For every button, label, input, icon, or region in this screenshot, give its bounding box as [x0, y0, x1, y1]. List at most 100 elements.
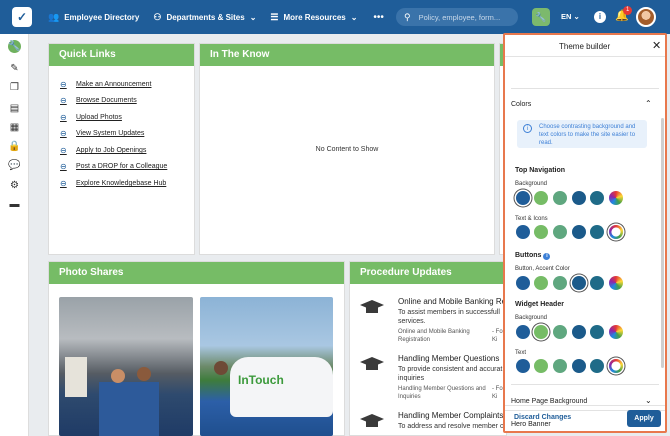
color-swatch[interactable]	[590, 276, 604, 290]
admin-key-button[interactable]: 🔧	[532, 8, 550, 26]
theme-builder-title: Theme builder	[559, 42, 611, 51]
car-shape	[230, 357, 333, 417]
color-swatch[interactable]	[516, 225, 530, 239]
person-shape	[111, 369, 125, 383]
custom-color-picker[interactable]	[609, 359, 623, 373]
nav-departments-sites[interactable]: ⚇ Departments & Sites ⌄	[153, 12, 256, 23]
custom-color-picker[interactable]	[609, 191, 623, 205]
color-swatch[interactable]	[572, 359, 586, 373]
search-input[interactable]	[418, 12, 509, 22]
theme-builder-body: Colors ⌃ i Choose contrasting background…	[505, 58, 665, 410]
color-swatch[interactable]	[590, 359, 604, 373]
quick-link[interactable]: ⊖ Make an Announcement	[60, 80, 152, 89]
info-icon[interactable]: i	[594, 11, 606, 23]
procedure-title: Handling Member Questions	[398, 354, 500, 363]
pencil-icon[interactable]: ✎	[8, 62, 21, 75]
color-swatch[interactable]	[590, 225, 604, 239]
sitemap-icon: ⚇	[153, 11, 162, 22]
color-swatch[interactable]	[553, 325, 567, 339]
nav-more-resources[interactable]: ☰ More Resources ⌄	[270, 12, 357, 23]
apply-button[interactable]: Apply	[627, 410, 661, 427]
form-icon[interactable]: ▬	[8, 198, 21, 211]
theme-builder-panel: Theme builder ✕ Colors ⌃ i Choose contra…	[503, 33, 667, 433]
color-swatch[interactable]	[553, 359, 567, 373]
color-swatch[interactable]	[534, 191, 548, 205]
person-shape	[214, 361, 228, 375]
color-swatch[interactable]	[534, 325, 548, 339]
text-label: Text	[515, 350, 527, 356]
quick-link[interactable]: ⊖ Post a DROP for a Colleague	[60, 162, 167, 171]
quick-link-label: Upload Photos	[76, 114, 122, 121]
quick-link[interactable]: ⊖ Upload Photos	[60, 113, 122, 122]
search-icon: ⚲	[404, 11, 411, 22]
color-swatch[interactable]	[572, 276, 586, 290]
event-photo-booth[interactable]	[59, 297, 193, 436]
more-options-icon[interactable]: •••	[373, 12, 384, 23]
people-icon: 👥	[48, 11, 60, 22]
wrench-icon: 🔧	[535, 11, 547, 22]
search-bar[interactable]: ⚲	[396, 8, 518, 26]
wrench-icon[interactable]: 🔧	[8, 40, 21, 53]
color-swatch[interactable]	[590, 191, 604, 205]
scrollbar[interactable]	[661, 118, 664, 368]
color-swatch[interactable]	[572, 225, 586, 239]
color-swatch[interactable]	[534, 276, 548, 290]
quick-link-label: Apply to Job Openings	[76, 147, 147, 154]
lock-icon[interactable]: 🔒	[8, 140, 21, 153]
procedure-meta-right: - Fo Ki	[492, 386, 503, 400]
custom-color-picker[interactable]	[609, 325, 623, 339]
color-swatch[interactable]	[516, 325, 530, 339]
color-swatch[interactable]	[590, 325, 604, 339]
quick-link[interactable]: ⊖ View System Updates	[60, 129, 144, 138]
theme-builder-header: Theme builder ✕	[505, 35, 665, 57]
color-swatch[interactable]	[516, 276, 530, 290]
nav-employee-directory[interactable]: 👥 Employee Directory	[48, 12, 139, 23]
chevron-down-icon: ⌄	[249, 12, 257, 22]
color-swatch[interactable]	[534, 359, 548, 373]
procedure-updates-title: Procedure Updates	[350, 262, 506, 284]
close-icon[interactable]: ✕	[652, 39, 661, 52]
language-selector[interactable]: EN ⌄	[561, 12, 580, 21]
chevron-down-icon[interactable]: ⌄	[645, 396, 652, 405]
background-label: Background	[515, 315, 548, 321]
color-swatch[interactable]	[516, 191, 530, 205]
custom-color-picker[interactable]	[609, 276, 623, 290]
user-avatar[interactable]	[636, 7, 656, 27]
color-swatch[interactable]	[534, 225, 548, 239]
procedure-title: Online and Mobile Banking Re	[398, 297, 507, 306]
event-photo-car[interactable]: InTouch	[200, 297, 333, 436]
home-page-background-toggle[interactable]: Home Page Background	[511, 398, 587, 405]
copy-icon[interactable]: ❐	[8, 81, 21, 94]
photo-shares-title: Photo Shares	[49, 262, 344, 284]
link-icon: ⊖	[60, 113, 67, 122]
document-icon[interactable]: ▦	[8, 121, 21, 134]
color-swatch[interactable]	[553, 225, 567, 239]
quick-link-label: Browse Documents	[76, 97, 137, 104]
color-swatch[interactable]	[516, 359, 530, 373]
color-swatch[interactable]	[553, 276, 567, 290]
color-swatch[interactable]	[572, 191, 586, 205]
quick-link[interactable]: ⊖ Apply to Job Openings	[60, 146, 146, 155]
nav-departments-sites-label: Departments & Sites	[166, 12, 245, 22]
in-the-know-panel: In The Know No Content to Show	[199, 43, 495, 255]
discard-changes-button[interactable]: Discard Changes	[514, 414, 571, 421]
company-logo[interactable]: ✓	[12, 7, 32, 27]
procedure-title: Handling Member Complaints	[398, 411, 504, 420]
text-icons-label: Text & Icons	[515, 216, 548, 222]
custom-color-picker[interactable]	[609, 225, 623, 239]
colors-section-toggle[interactable]: Colors	[511, 101, 531, 108]
quick-link[interactable]: ⊖ Explore Knowledgebase Hub	[60, 179, 166, 188]
left-rail: 🔧 ✎ ❐ ▤ ▦ 🔒 💬 ⚙ ▬	[0, 34, 29, 436]
banner-shape	[65, 357, 87, 397]
gear-icon[interactable]: ⚙	[8, 179, 21, 192]
info-notice: i Choose contrasting background and text…	[517, 120, 647, 148]
info-icon[interactable]: i	[543, 253, 551, 260]
hero-banner-toggle[interactable]: Hero Banner	[511, 421, 551, 428]
chevron-up-icon[interactable]: ⌃	[645, 99, 652, 108]
quick-link[interactable]: ⊖ Browse Documents	[60, 96, 137, 105]
chat-icon[interactable]: 💬	[8, 159, 21, 172]
layout-icon[interactable]: ▤	[8, 102, 21, 115]
color-swatch[interactable]	[553, 191, 567, 205]
footer-divider	[505, 405, 665, 406]
color-swatch[interactable]	[572, 325, 586, 339]
